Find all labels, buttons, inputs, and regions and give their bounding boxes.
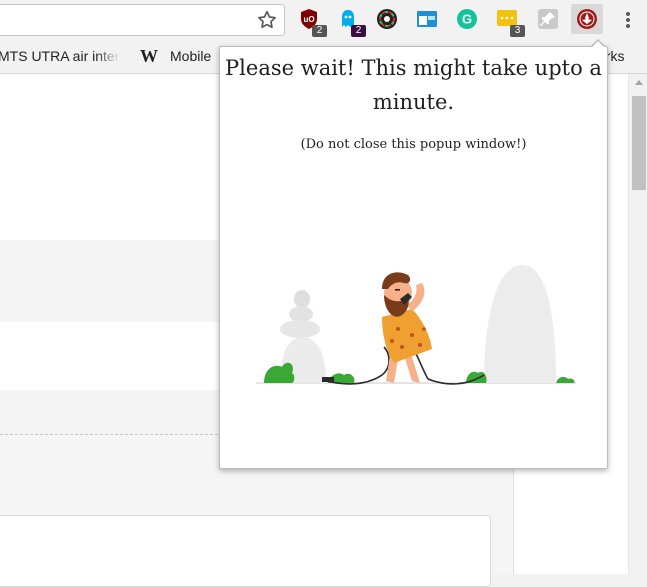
caveman-phone-illustration bbox=[256, 265, 576, 385]
active-extension-button[interactable] bbox=[571, 4, 603, 34]
color-wheel-icon[interactable] bbox=[376, 8, 398, 30]
popup-note: (Do not close this popup window!) bbox=[300, 137, 527, 152]
bookmark-item[interactable]: MTS UTRA air interf bbox=[0, 48, 120, 64]
tile-window-icon[interactable] bbox=[416, 8, 438, 30]
scroll-up-icon[interactable] bbox=[635, 80, 643, 85]
popup-title: Please wait! This might take upto a minu… bbox=[225, 56, 602, 114]
address-bar[interactable] bbox=[0, 4, 285, 36]
chat-badge: 3 bbox=[510, 25, 525, 37]
ghostery-icon[interactable]: 2 bbox=[337, 8, 366, 37]
popup-pointer-fill bbox=[592, 41, 604, 47]
wikipedia-icon: W bbox=[140, 46, 158, 66]
scroll-thumb[interactable] bbox=[632, 96, 646, 190]
scrollbar[interactable] bbox=[628, 74, 647, 574]
content-card bbox=[0, 515, 491, 587]
svg-text:G: G bbox=[462, 12, 472, 27]
pin-icon[interactable] bbox=[537, 8, 559, 30]
chrome-menu-icon[interactable] bbox=[624, 12, 632, 28]
chat-bubble-icon[interactable]: 3 bbox=[496, 8, 525, 37]
browser-toolbar: uO 2 2 G 3 bbox=[0, 0, 647, 40]
ublock-origin-icon[interactable]: uO 2 bbox=[298, 8, 327, 37]
bookmark-item[interactable]: Mobile bbox=[170, 48, 211, 64]
star-icon[interactable] bbox=[256, 9, 278, 31]
ghostery-badge: 2 bbox=[351, 25, 366, 37]
grammarly-icon[interactable]: G bbox=[456, 8, 478, 30]
extension-popup: Please wait! This might take upto a minu… bbox=[219, 46, 608, 469]
emblem-icon bbox=[577, 9, 597, 29]
svg-text:uO: uO bbox=[303, 15, 314, 24]
ublock-badge: 2 bbox=[312, 25, 327, 37]
